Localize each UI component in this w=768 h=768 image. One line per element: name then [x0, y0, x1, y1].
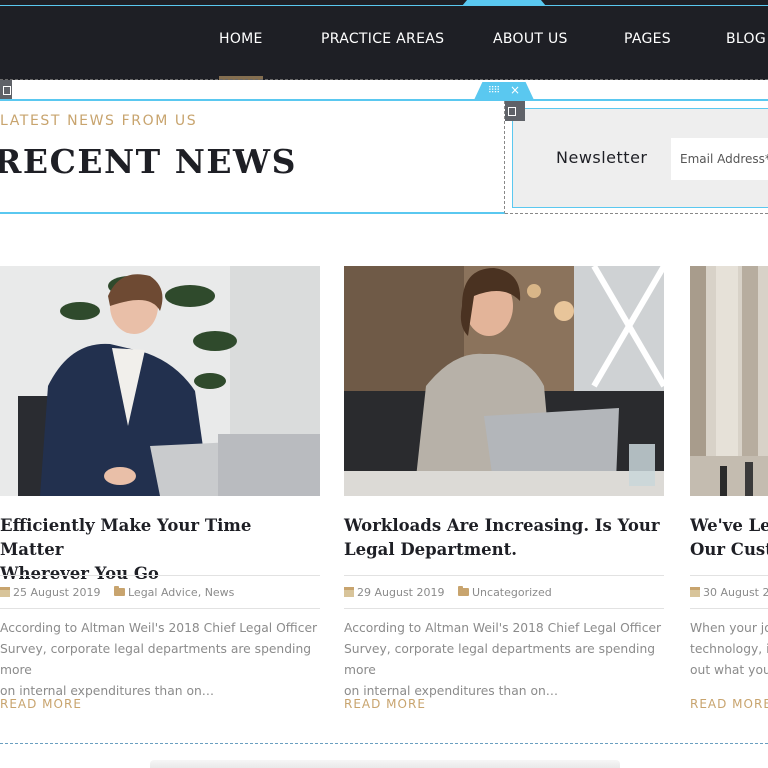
- post-card: We've Lea Our Custo 30 August 2 When you…: [690, 266, 768, 726]
- post-excerpt: According to Altman Weil's 2018 Chief Le…: [344, 621, 662, 698]
- column-handle-icon[interactable]: [505, 101, 525, 121]
- post-date: 30 August 2: [690, 586, 768, 599]
- nav-item-blog[interactable]: BLOG: [726, 31, 766, 47]
- nav-item-home[interactable]: HOME: [219, 31, 263, 47]
- read-more-link[interactable]: READ MORE: [344, 697, 426, 711]
- post-categories: Uncategorized: [458, 586, 552, 599]
- section-subtitle: LATEST NEWS FROM US: [0, 113, 198, 129]
- section-title: RECENT NEWS: [0, 142, 297, 181]
- post-meta: 29 August 2019 Uncategorized: [344, 575, 664, 609]
- post-image[interactable]: [690, 266, 768, 496]
- post-date-text: 29 August 2019: [357, 586, 445, 599]
- post-card: Workloads Are Increasing. Is Your Legal …: [344, 266, 664, 711]
- post-excerpt: According to Altman Weil's 2018 Chief Le…: [0, 621, 318, 698]
- post-date-text: 30 August 2: [703, 586, 768, 599]
- folder-icon: [458, 586, 469, 596]
- category-link[interactable]: News: [205, 586, 235, 599]
- calendar-icon: [344, 587, 354, 597]
- column-handle-icon[interactable]: [0, 80, 12, 100]
- category-link[interactable]: Legal Advice: [128, 586, 198, 599]
- post-title[interactable]: We've Lea Our Custo: [690, 514, 768, 562]
- newsletter-label: Newsletter: [556, 148, 648, 167]
- post-date: 25 August 2019: [0, 586, 100, 599]
- nav-item-about-us[interactable]: ABOUT US: [493, 31, 568, 47]
- post-card: Efficiently Make Your Time Matter Wherev…: [0, 266, 320, 711]
- post-categories: Legal Advice, News: [114, 586, 234, 599]
- calendar-icon: [0, 587, 10, 597]
- folder-icon: [114, 586, 125, 596]
- post-excerpt: When your job technology, it' out what y…: [690, 621, 768, 677]
- drag-grip-icon[interactable]: ⠿⠿: [488, 86, 500, 96]
- post-meta: 25 August 2019 Legal Advice, News: [0, 575, 320, 609]
- post-date-text: 25 August 2019: [13, 586, 101, 599]
- calendar-icon: [690, 587, 700, 597]
- builder-dashed-border: [0, 743, 768, 744]
- row-toolbar: ⠿⠿ ×: [474, 82, 534, 100]
- nav-item-practice-areas[interactable]: PRACTICE AREAS: [321, 31, 444, 47]
- post-meta: 30 August 2: [690, 575, 768, 609]
- nav-item-pages[interactable]: PAGES: [624, 31, 671, 47]
- post-date: 29 August 2019: [344, 586, 444, 599]
- category-link[interactable]: Uncategorized: [472, 586, 552, 599]
- post-image[interactable]: [344, 266, 664, 496]
- builder-dashed-border: [0, 79, 768, 80]
- post-title[interactable]: Workloads Are Increasing. Is Your Legal …: [344, 514, 664, 562]
- close-icon[interactable]: ×: [510, 83, 520, 97]
- post-image[interactable]: [0, 266, 320, 496]
- read-more-link[interactable]: READ MORE: [690, 697, 768, 711]
- email-field[interactable]: [671, 138, 768, 180]
- next-section-edge: [150, 760, 620, 768]
- builder-section-tab[interactable]: [462, 0, 546, 6]
- top-navigation: HOME PRACTICE AREAS ABOUT US PAGES BLOG: [0, 0, 768, 80]
- read-more-link[interactable]: READ MORE: [0, 697, 82, 711]
- builder-top-line: [0, 5, 768, 6]
